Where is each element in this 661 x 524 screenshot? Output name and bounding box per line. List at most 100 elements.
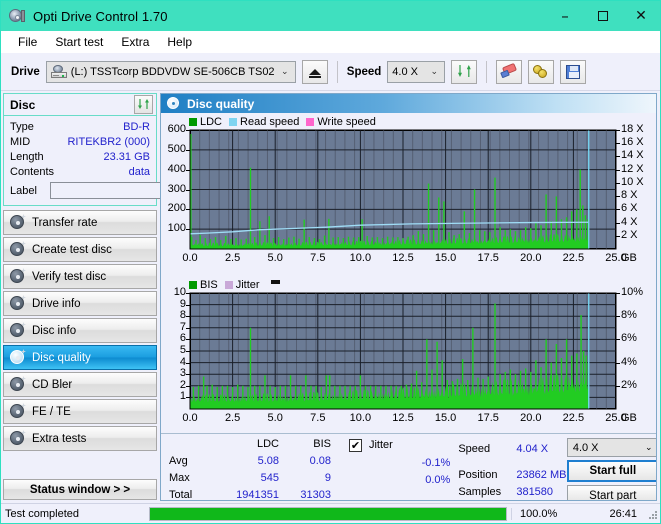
y-axis-tick-label: 7 xyxy=(179,320,186,333)
y-axis-tick xyxy=(186,304,190,306)
sidebar-item-disc-quality[interactable]: Disc quality xyxy=(3,345,157,370)
sidebar-item-drive-info[interactable]: Drive info xyxy=(3,291,157,316)
x-axis-tick-label: 5.0 xyxy=(267,412,283,424)
legend-swatch-ldc xyxy=(189,117,197,126)
disc-length-value: 23.31 GB xyxy=(103,150,150,163)
y2-axis-tick-label: 4% xyxy=(621,355,637,368)
drive-select[interactable]: (L:) TSSTcorp BDDVDW SE-506CB TS02 ⌄ xyxy=(45,60,296,83)
x-axis-tick-label: 20.0 xyxy=(520,252,542,264)
chart-ldc-plot-area[interactable]: 100 200 300 400 500 600 2 X4 X6 X8 X 10 X 12 X 14… xyxy=(161,123,656,276)
y2-axis-tick-label: 18 X xyxy=(621,123,644,135)
disc-row-mid: MID RITEKBR2 (000) xyxy=(10,134,150,149)
start-part-button[interactable]: Start part xyxy=(566,485,656,500)
y-axis-tick-label: 100 xyxy=(167,222,186,235)
main-header: Disc quality xyxy=(161,94,656,113)
y-axis-tick-label: 500 xyxy=(167,142,186,155)
save-button[interactable] xyxy=(560,59,587,84)
y-axis-tick-label: 200 xyxy=(167,202,186,215)
chart-bis-plot-area[interactable]: 1 2 3 4 5 6 7 8 9 10 2% 4% 6% 8% 10% 0.0 2.5 5.0 7.5 10.0 12… xyxy=(161,286,656,431)
meta-speed-value: 4.04 X xyxy=(516,443,549,455)
legend-label-bis: BIS xyxy=(200,278,218,291)
jitter-section: ✔ Jitter -0.1% 0.0% xyxy=(339,438,458,500)
test-speed-value: 4.0 X xyxy=(572,441,599,454)
x-axis-unit-label: GB xyxy=(621,252,637,264)
close-button[interactable]: ✕ xyxy=(622,1,660,31)
disc-rows: Type BD-R MID RITEKBR2 (000) Length 23.3… xyxy=(4,116,223,205)
minimize-button[interactable]: – xyxy=(546,1,584,31)
menu-item-start-test[interactable]: Start test xyxy=(46,33,112,51)
drive-label: Drive xyxy=(11,65,40,78)
y-axis-tick xyxy=(186,374,190,376)
speed-select[interactable]: 4.0 X ⌄ xyxy=(387,60,446,83)
disc-icon xyxy=(10,430,26,446)
y2-axis-tick xyxy=(616,196,620,198)
sidebar-item-extra-tests[interactable]: Extra tests xyxy=(3,426,157,451)
coins-button[interactable] xyxy=(528,59,555,84)
chevron-down-icon: ⌄ xyxy=(430,66,439,77)
disc-panel-title: Disc xyxy=(10,97,36,112)
main-panel: Disc quality LDC Read speed Write speed … xyxy=(160,93,657,501)
stats-bis-max: 9 xyxy=(324,472,331,484)
erase-button[interactable] xyxy=(496,59,523,84)
sidebar-item-disc-info[interactable]: Disc info xyxy=(3,318,157,343)
jitter-checkbox[interactable]: ✔ xyxy=(348,439,362,452)
meta-samples-value: 381580 xyxy=(516,486,554,498)
meta-position-label: Position xyxy=(458,469,498,481)
disc-info-panel: Disc Type BD-R MID RITEKBR2 (000) Length… xyxy=(3,93,223,206)
eject-button[interactable] xyxy=(301,59,328,84)
resize-grip-icon[interactable] xyxy=(647,509,657,519)
y-axis-tick-label: 8 xyxy=(179,309,186,322)
status-window-button[interactable]: Status window > > xyxy=(3,479,157,500)
x-axis-tick-label: 0.0 xyxy=(182,252,198,264)
chevron-down-icon: ⌄ xyxy=(281,66,289,77)
x-axis-tick-label: 2.5 xyxy=(224,412,241,424)
y2-axis-tick xyxy=(616,182,620,184)
stats-header-bis: BIS xyxy=(313,438,331,450)
disc-refresh-button[interactable] xyxy=(134,95,153,114)
menu-item-extra[interactable]: Extra xyxy=(112,33,158,51)
stats-panel: LDC BIS Avg Max Total 5.08 545 1941351 0… xyxy=(161,433,656,501)
disc-icon xyxy=(10,241,26,257)
y-axis-tick xyxy=(186,385,190,387)
stats-bis-total: 31303 xyxy=(300,489,331,501)
eraser-icon xyxy=(499,62,518,79)
charts-area: LDC Read speed Write speed 100 200 300 4… xyxy=(161,113,656,433)
refresh-icon xyxy=(137,98,150,111)
disc-icon xyxy=(10,295,26,311)
sidebar-item-cd-bler[interactable]: CD Bler xyxy=(3,372,157,397)
y-axis-tick xyxy=(186,169,190,171)
stats-jitter-max: 0.0% xyxy=(425,474,451,486)
disc-contents-value: data xyxy=(128,165,150,178)
refresh-button[interactable] xyxy=(451,59,478,84)
test-speed-select[interactable]: 4.0 X ⌄ xyxy=(566,438,656,457)
window-title: Opti Drive Control 1.70 xyxy=(33,8,168,24)
sidebar-item-fe-te[interactable]: FE / TE xyxy=(3,399,157,424)
disc-mid-value: RITEKBR2 (000) xyxy=(67,135,150,148)
maximize-button[interactable] xyxy=(584,1,622,31)
sidebar-item-create-test-disc[interactable]: Create test disc xyxy=(3,237,157,262)
actions-section: 4.0 X ⌄ Start full Start part xyxy=(566,438,656,500)
legend-item-write-speed: Write speed xyxy=(306,116,376,128)
sidebar-item-label: Drive info xyxy=(32,297,81,310)
legend-swatch-read-speed xyxy=(229,117,238,126)
disc-icon xyxy=(10,376,26,392)
menu-item-file[interactable]: File xyxy=(9,33,46,51)
stats-ldc-avg: 5.08 xyxy=(257,455,279,467)
disc-panel-header: Disc xyxy=(4,94,156,116)
start-full-button[interactable]: Start full xyxy=(566,460,656,482)
menu-item-help[interactable]: Help xyxy=(158,33,201,51)
disc-length-label: Length xyxy=(10,150,44,163)
disc-icon xyxy=(10,322,26,338)
y2-axis-tick-label: 6% xyxy=(621,332,637,345)
y-axis-tick-label: 300 xyxy=(167,182,186,195)
sidebar-item-verify-test-disc[interactable]: Verify test disc xyxy=(3,264,157,289)
chart-ldc-legend: LDC Read speed Write speed xyxy=(161,115,656,128)
x-axis-tick-label: 10.0 xyxy=(349,412,372,424)
toolbar: Drive (L:) TSSTcorp BDDVDW SE-506CB TS02… xyxy=(1,53,660,91)
disc-type-label: Type xyxy=(10,120,34,133)
stats-table: LDC BIS Avg Max Total 5.08 545 1941351 0… xyxy=(169,438,339,501)
legend-label-read-speed: Read speed xyxy=(240,115,300,128)
x-axis-tick-label: 15.0 xyxy=(434,252,457,264)
sidebar-item-transfer-rate[interactable]: Transfer rate xyxy=(3,210,157,235)
disc-icon xyxy=(10,349,26,365)
